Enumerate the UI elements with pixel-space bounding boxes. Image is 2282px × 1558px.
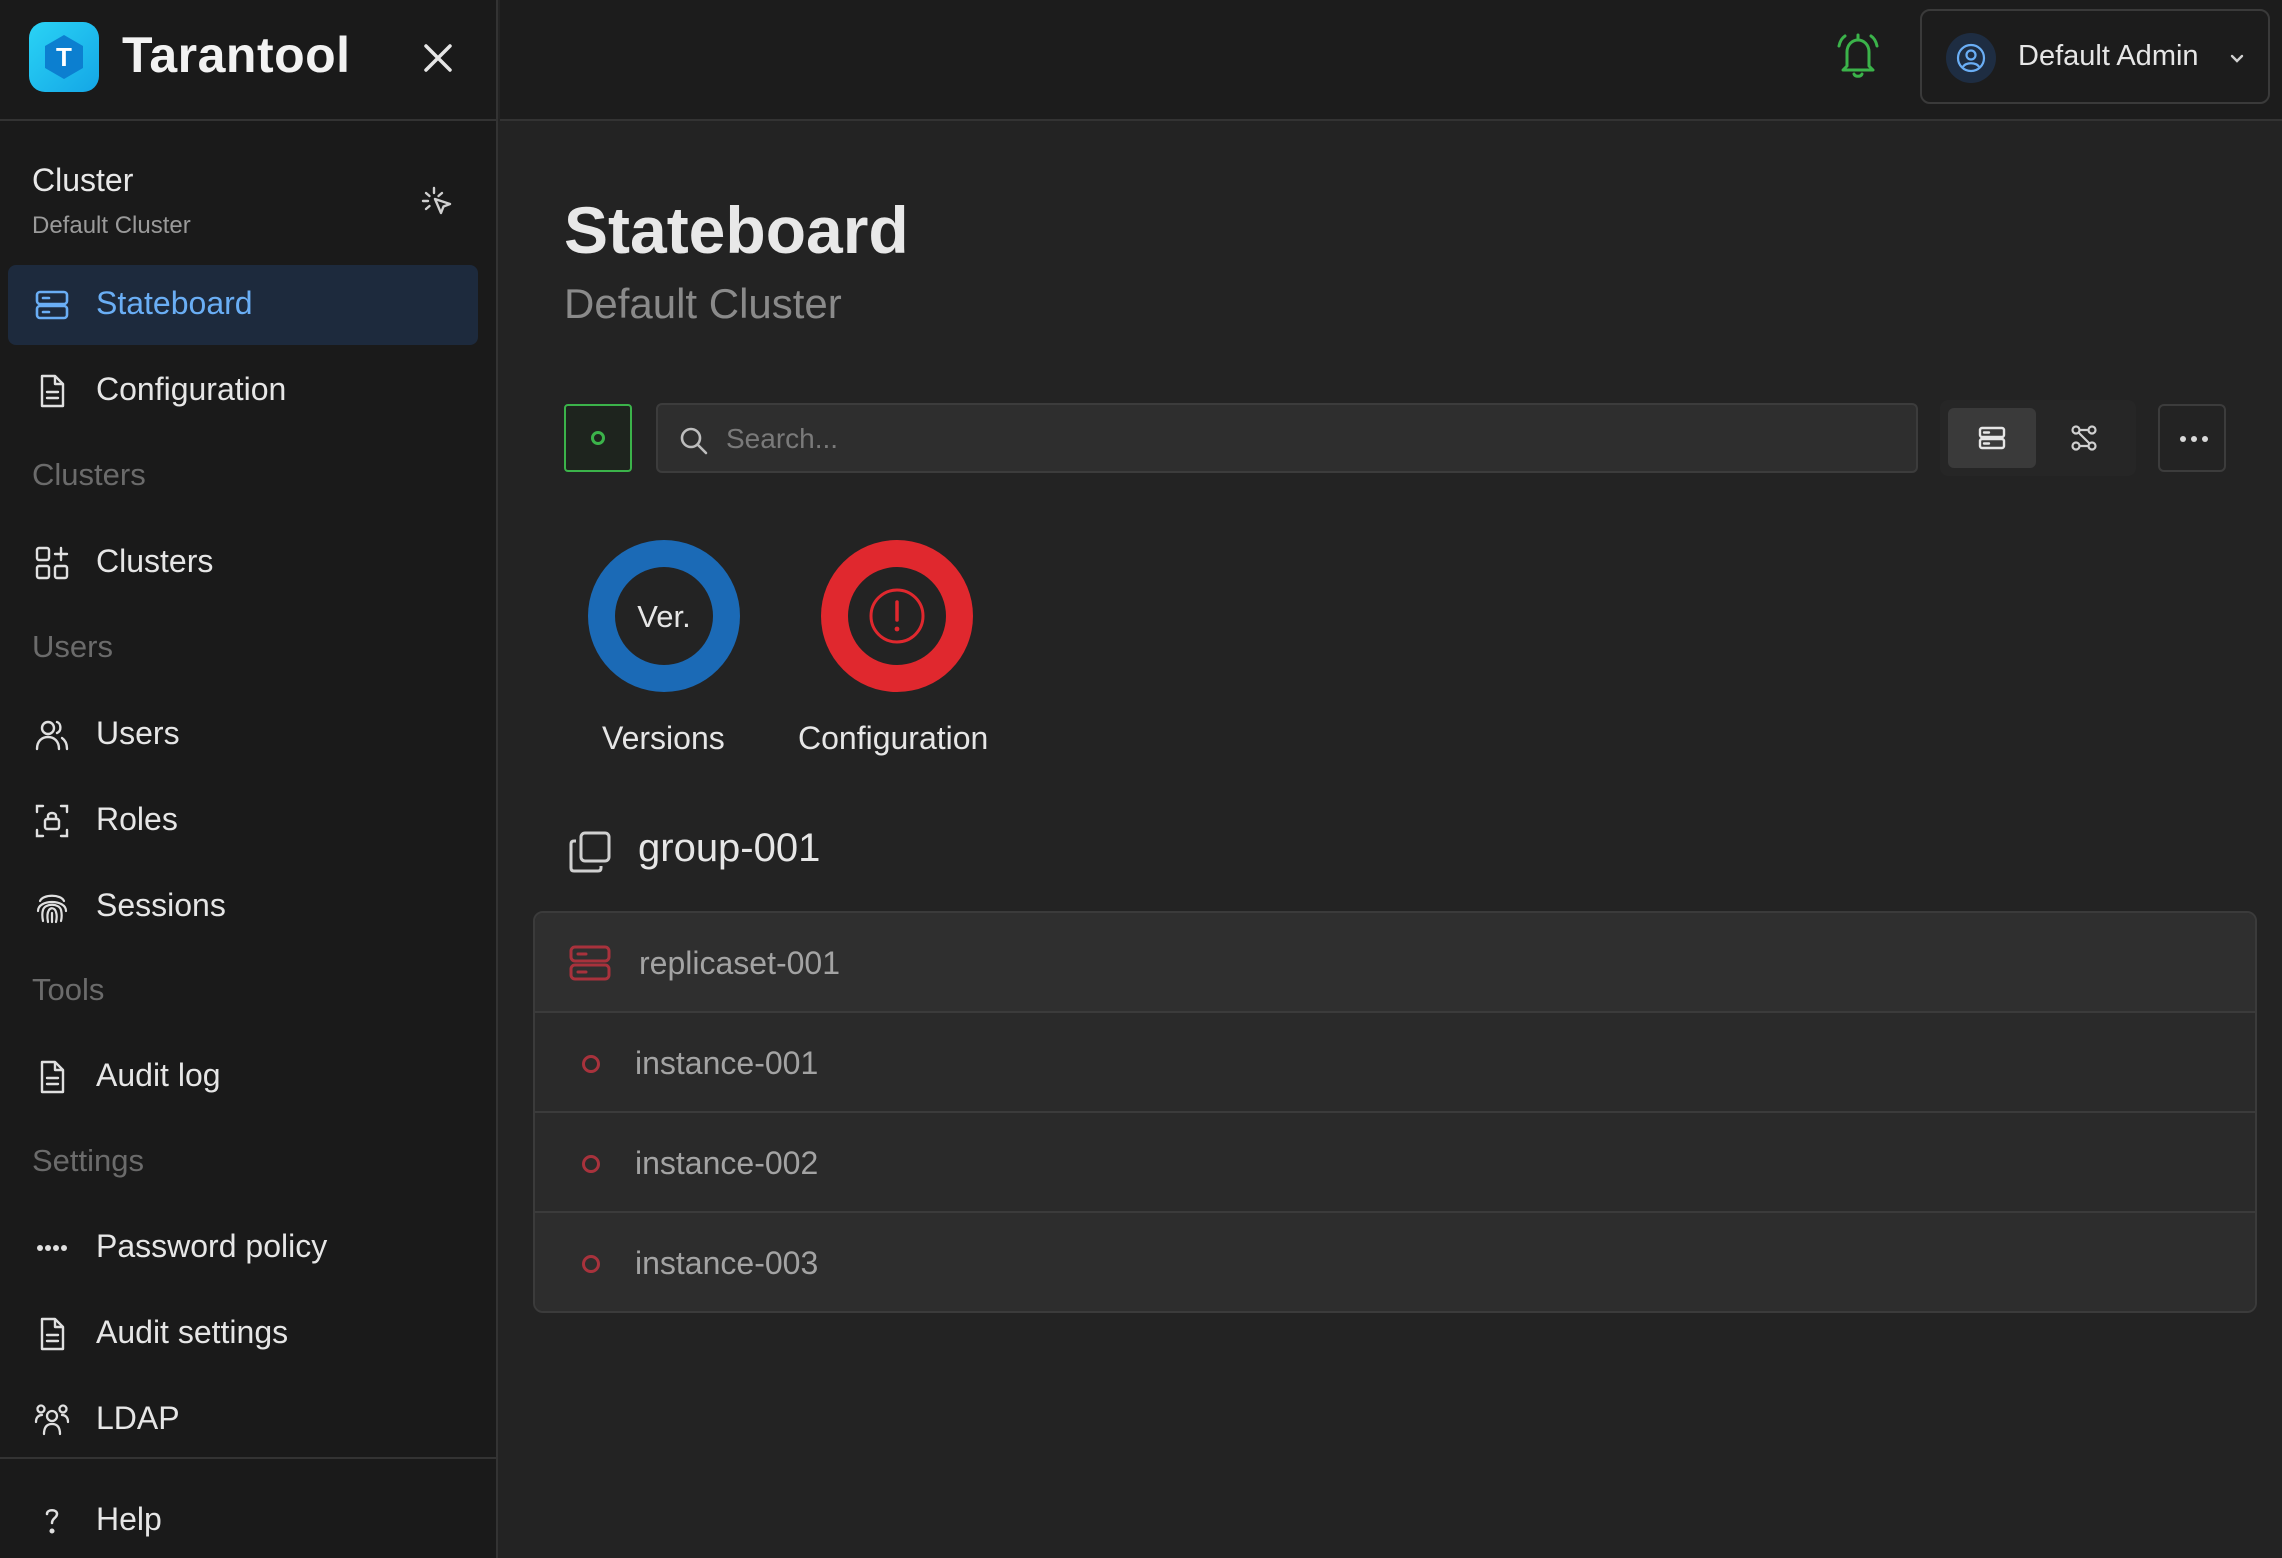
section-heading-settings: Settings xyxy=(32,1143,145,1178)
versions-ring: Ver. xyxy=(588,540,740,692)
configuration-label: Configuration xyxy=(798,720,989,756)
notification-bell-icon[interactable] xyxy=(1833,30,1883,82)
more-dots-icon xyxy=(2180,436,2186,442)
cluster-selector[interactable]: Cluster Default Cluster xyxy=(0,150,498,250)
chevron-down-icon xyxy=(2227,49,2247,69)
section-heading-users: Users xyxy=(32,629,113,664)
instance-row[interactable]: instance-002 xyxy=(535,1113,2255,1213)
document-icon xyxy=(34,1316,70,1352)
list-view-button[interactable] xyxy=(1948,408,2036,468)
brand-bar: T Tarantool xyxy=(0,0,498,121)
sidebar-item-label: Roles xyxy=(96,801,178,837)
group-name: group-001 xyxy=(638,826,821,870)
sidebar-item-stateboard[interactable]: Stateboard xyxy=(8,265,478,345)
instance-error-status-icon xyxy=(582,1155,600,1173)
sidebar-item-audit-settings[interactable]: Audit settings xyxy=(8,1294,478,1374)
document-icon xyxy=(34,1059,70,1095)
view-toggle xyxy=(1940,400,2136,476)
configuration-ring xyxy=(821,540,973,692)
page-title: Stateboard xyxy=(564,193,909,267)
svg-text:T: T xyxy=(56,42,72,72)
sidebar-item-label: Users xyxy=(96,715,180,751)
user-group-icon xyxy=(34,1402,70,1438)
sidebar-item-label: Audit log xyxy=(96,1057,221,1093)
cluster-title: Cluster xyxy=(32,162,134,198)
section-heading-tools: Tools xyxy=(32,972,105,1007)
instance-row[interactable]: instance-003 xyxy=(535,1213,2255,1311)
sidebar-item-roles[interactable]: Roles xyxy=(8,781,478,861)
top-bar: Default Admin xyxy=(500,0,2282,121)
sidebar-item-audit-log[interactable]: Audit log xyxy=(8,1037,478,1117)
alert-circle-icon xyxy=(869,588,925,644)
fingerprint-icon xyxy=(34,889,70,925)
sidebar-item-clusters[interactable]: Clusters xyxy=(8,523,478,603)
sidebar-item-ldap[interactable]: LDAP xyxy=(8,1380,478,1460)
configuration-indicator[interactable]: Configuration xyxy=(798,540,1060,770)
sidebar-item-label: LDAP xyxy=(96,1400,180,1436)
user-name: Default Admin xyxy=(2018,40,2199,72)
cluster-name: Default Cluster xyxy=(32,212,191,239)
cluster-switch-icon[interactable] xyxy=(420,184,454,218)
section-heading-clusters: Clusters xyxy=(32,457,146,492)
grid-plus-icon xyxy=(34,545,70,581)
versions-indicator[interactable]: Ver. Versions xyxy=(588,540,828,770)
tarantool-logo-icon: T xyxy=(29,22,99,92)
replicaset-row[interactable]: replicaset-001 xyxy=(535,913,2255,1013)
topology-graph-icon xyxy=(2071,425,2097,451)
topology-view-button[interactable] xyxy=(2040,408,2128,468)
instance-error-status-icon xyxy=(582,1255,600,1273)
sidebar-item-label: Sessions xyxy=(96,887,226,923)
instance-error-status-icon xyxy=(582,1055,600,1073)
user-menu-button[interactable]: Default Admin xyxy=(1920,9,2270,104)
copy-group-icon xyxy=(568,830,612,874)
versions-label: Versions xyxy=(602,720,725,756)
sidebar-item-help[interactable]: Help xyxy=(8,1481,478,1558)
more-options-button[interactable] xyxy=(2158,404,2226,472)
instance-row[interactable]: instance-001 xyxy=(535,1013,2255,1113)
status-filter-button[interactable] xyxy=(564,404,632,472)
users-icon xyxy=(34,717,70,753)
instance-name: instance-001 xyxy=(635,1045,819,1081)
replicaset-table: replicaset-001 instance-001 instance-002… xyxy=(533,911,2257,1313)
sidebar-item-password-policy[interactable]: Password policy xyxy=(8,1208,478,1288)
sidebar-item-label: Help xyxy=(96,1501,162,1537)
sidebar-item-label: Audit settings xyxy=(96,1314,289,1350)
role-badge-icon xyxy=(34,803,70,839)
search-icon xyxy=(680,427,708,455)
instance-name: instance-003 xyxy=(635,1245,819,1281)
status-ok-icon xyxy=(591,431,605,445)
user-avatar-icon xyxy=(1946,33,1996,83)
instance-name: instance-002 xyxy=(635,1145,819,1181)
replicaset-error-icon xyxy=(569,945,611,981)
app-name: Tarantool xyxy=(122,27,351,83)
search-box xyxy=(656,403,1918,473)
password-dots-icon xyxy=(34,1230,70,1266)
sidebar-item-users[interactable]: Users xyxy=(8,695,478,775)
sidebar-divider xyxy=(0,1457,498,1459)
sidebar: T Tarantool Cluster Default Cluster Stat… xyxy=(0,0,498,1558)
document-icon xyxy=(34,373,70,409)
close-sidebar-icon[interactable] xyxy=(418,38,458,78)
sidebar-item-label: Configuration xyxy=(96,371,287,407)
sidebar-item-label: Password policy xyxy=(96,1228,328,1264)
sidebar-item-configuration[interactable]: Configuration xyxy=(8,351,478,431)
sidebar-item-label: Stateboard xyxy=(96,285,253,321)
versions-ring-text: Ver. xyxy=(637,599,691,634)
sidebar-item-label: Clusters xyxy=(96,543,214,579)
server-icon xyxy=(34,287,70,323)
replicaset-name: replicaset-001 xyxy=(639,945,840,981)
search-input[interactable] xyxy=(726,415,1896,463)
help-icon xyxy=(34,1503,70,1539)
sidebar-item-sessions[interactable]: Sessions xyxy=(8,867,478,947)
server-list-icon xyxy=(1978,426,2006,450)
page-subtitle: Default Cluster xyxy=(564,280,842,327)
